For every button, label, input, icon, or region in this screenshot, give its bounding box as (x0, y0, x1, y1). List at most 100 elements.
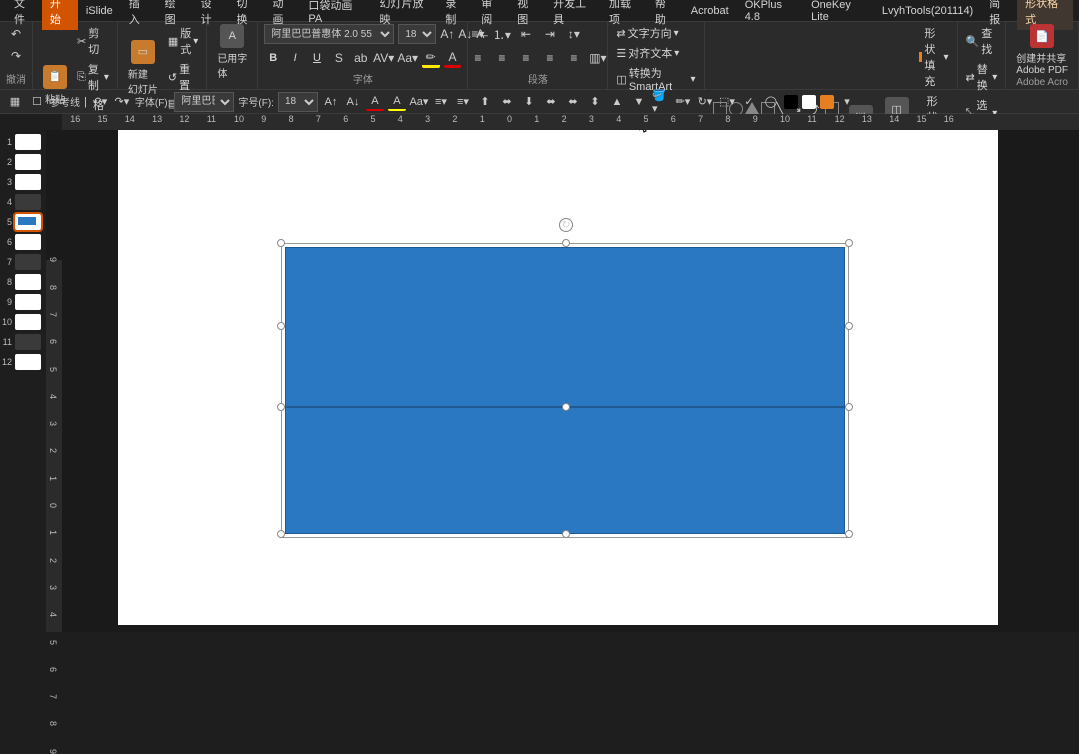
shape-fill-button[interactable]: 形状填充 ▾ (917, 24, 951, 90)
guides-toggle[interactable]: ☐ (28, 93, 46, 111)
bring-front-button[interactable]: ▲ (608, 93, 626, 111)
rotate-handle[interactable]: ↻ (559, 218, 573, 232)
redo2-button[interactable]: ↷▾ (113, 93, 131, 111)
handle-c[interactable] (562, 403, 570, 411)
slide-thumb-4[interactable]: 4 (2, 194, 44, 210)
align-center-button[interactable]: ≡ (492, 48, 512, 68)
more-swatches-button[interactable]: ▾ (838, 93, 856, 111)
handle-w2[interactable] (277, 403, 285, 411)
shape-outline2-button[interactable]: ✏▾ (674, 93, 692, 111)
group-button[interactable]: ⬚▾ (718, 93, 736, 111)
slide-thumbnails-panel[interactable]: 123456789101112 (0, 130, 46, 632)
slide-thumb-8[interactable]: 8 (2, 274, 44, 290)
layout-button[interactable]: ▦版式 ▾ (166, 24, 200, 58)
align-text-button[interactable]: ☰对齐文本 ▾ (614, 44, 697, 62)
bullets2-button[interactable]: ≡▾ (454, 93, 472, 111)
align-bottom-button[interactable]: ⬇ (520, 93, 538, 111)
used-fonts-button[interactable]: A 已用字 体 (213, 24, 251, 80)
grid-settings-button[interactable]: ▦ (6, 93, 24, 111)
rotate-button[interactable]: ↻▾ (696, 93, 714, 111)
find-button[interactable]: 🔍查找 (964, 24, 1000, 58)
outdent-button[interactable]: ⇤ (516, 24, 536, 44)
slide-thumb-11[interactable]: 11 (2, 334, 44, 350)
fontcolor2-button[interactable]: A (366, 93, 384, 111)
slide[interactable]: ↻ (118, 130, 998, 625)
slide-thumb-10[interactable]: 10 (2, 314, 44, 330)
slide-thumb-1[interactable]: 1 (2, 134, 44, 150)
highlight-button[interactable]: ✏ (422, 48, 440, 68)
shape-fill2-button[interactable]: 🪣▾ (652, 93, 670, 111)
slide-thumb-3[interactable]: 3 (2, 174, 44, 190)
bullets-button[interactable]: ≡▾ (468, 24, 488, 44)
handle-e2[interactable] (845, 403, 853, 411)
swatch-white[interactable] (802, 95, 816, 109)
font-shrink2-button[interactable]: A↓ (344, 93, 362, 111)
copy-button[interactable]: ⎘复制 ▾ (75, 60, 111, 94)
group-paragraph-label: 段落 (528, 70, 548, 87)
swatch-orange[interactable] (820, 95, 834, 109)
redo-button[interactable]: ↷ (6, 46, 26, 66)
reset-button[interactable]: ↺重置 (166, 60, 200, 94)
handle-e[interactable] (845, 322, 853, 330)
line-spacing-button[interactable]: ↕▾ (564, 24, 584, 44)
align-top-button[interactable]: ⬆ (476, 93, 494, 111)
slide-thumb-2[interactable]: 2 (2, 154, 44, 170)
undo-button[interactable]: ↶ (6, 24, 26, 44)
italic-button[interactable]: I (286, 48, 304, 68)
highlight2-button[interactable]: A (388, 93, 406, 111)
font-color-button[interactable]: A (444, 48, 462, 68)
spacing-button[interactable]: AV▾ (374, 48, 394, 68)
font-size-combo[interactable]: 18 (398, 24, 436, 44)
distribute-h-button[interactable]: ⬌ (564, 93, 582, 111)
font-name-combo[interactable]: 阿里巴巴普惠体 2.0 55 Reg (264, 24, 394, 44)
slide-thumb-5[interactable]: 5 (2, 214, 44, 230)
font-grow2-button[interactable]: A↑ (322, 93, 340, 111)
align-left-button[interactable]: ≡ (468, 48, 488, 68)
align-menu-button[interactable]: ≡▾ (432, 93, 450, 111)
secondary-font-combo[interactable]: 阿里巴巴 (174, 92, 234, 112)
menu-item-16[interactable]: Acrobat (683, 2, 737, 20)
canvas[interactable]: ↻ (46, 130, 1079, 632)
merge-shapes-button[interactable]: ◯ (762, 93, 780, 111)
underline-button[interactable]: U (308, 48, 326, 68)
bold-button[interactable]: B (264, 48, 282, 68)
case-button[interactable]: Aa▾ (398, 48, 418, 68)
handle-ne[interactable] (845, 239, 853, 247)
new-slide-button[interactable]: ▭ 新建 幻灯片 (124, 40, 162, 96)
alignh-button[interactable]: ⬌ (542, 93, 560, 111)
handle-s[interactable] (562, 530, 570, 538)
slide-thumb-12[interactable]: 12 (2, 354, 44, 370)
swatch-black[interactable] (784, 95, 798, 109)
menu-item-19[interactable]: LvyhTools(201114) (874, 2, 981, 20)
secondary-size-combo[interactable]: 18 (278, 92, 318, 112)
align-right-button[interactable]: ≡ (516, 48, 536, 68)
slide-thumb-6[interactable]: 6 (2, 234, 44, 250)
columns-button[interactable]: ▥▾ (588, 48, 608, 68)
handle-n[interactable] (562, 239, 570, 247)
case2-button[interactable]: Aa▾ (410, 93, 428, 111)
slide-thumb-9[interactable]: 9 (2, 294, 44, 310)
replace-icon: ⇄ (966, 71, 975, 84)
slide-thumb-7[interactable]: 7 (2, 254, 44, 270)
cut-button[interactable]: ✂剪切 (75, 24, 111, 58)
replace-button[interactable]: ⇄替换 ▾ (964, 60, 1000, 94)
send-back-button[interactable]: ▼ (630, 93, 648, 111)
horizontal-ruler[interactable]: 1615141312111098765432101234567891011121… (62, 114, 1079, 130)
indent-button[interactable]: ⇥ (540, 24, 560, 44)
shadow-button[interactable]: ab (352, 48, 370, 68)
strike-button[interactable]: S (330, 48, 348, 68)
handle-se[interactable] (845, 530, 853, 538)
distribute-button[interactable]: ≡ (564, 48, 584, 68)
menu-item-2[interactable]: iSlide (78, 2, 121, 20)
text-direction-button[interactable]: ⇄文字方向 ▾ (614, 24, 697, 42)
distribute-v-button[interactable]: ⬍ (586, 93, 604, 111)
justify-button[interactable]: ≡ (540, 48, 560, 68)
handle-w[interactable] (277, 322, 285, 330)
undo2-button[interactable]: ↶▾ (91, 93, 109, 111)
handle-nw[interactable] (277, 239, 285, 247)
create-pdf-button[interactable]: 📄 创建并共享 Adobe PDF (1012, 24, 1072, 76)
font-grow-button[interactable]: A↑ (440, 24, 454, 44)
handle-sw[interactable] (277, 530, 285, 538)
numbering-button[interactable]: ⒈▾ (492, 24, 512, 44)
align-middle-button[interactable]: ⬌ (498, 93, 516, 111)
